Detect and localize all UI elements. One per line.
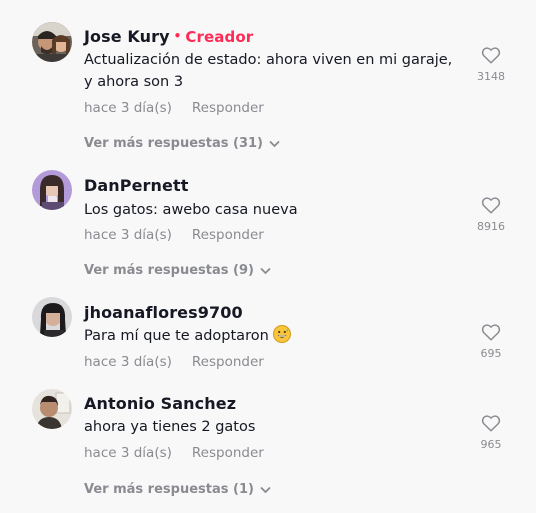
chevron-down-icon[interactable] xyxy=(260,267,271,275)
comment-text: Para mí que te adoptaron xyxy=(84,325,459,347)
avatar[interactable] xyxy=(32,170,72,210)
view-more-replies[interactable]: Ver más respuestas (1) xyxy=(84,482,271,497)
comment-time: hace 3 día(s) xyxy=(84,100,172,116)
comment-meta: hace 3 día(s) Responder xyxy=(84,445,264,461)
avatar[interactable] xyxy=(32,389,72,429)
like-button[interactable]: 3148 xyxy=(470,46,512,83)
separator-dot: • xyxy=(173,29,182,43)
comment-time: hace 3 día(s) xyxy=(84,445,172,461)
heart-outline-icon[interactable] xyxy=(481,196,501,214)
avatar[interactable] xyxy=(32,22,72,62)
like-count: 3148 xyxy=(477,70,505,83)
comment-meta: hace 3 día(s) Responder xyxy=(84,100,264,116)
heart-outline-icon[interactable] xyxy=(481,323,501,341)
comment-text: Los gatos: awebo casa nueva xyxy=(84,202,298,218)
like-count: 695 xyxy=(480,347,502,360)
comment-meta: hace 3 día(s) Responder xyxy=(84,227,264,243)
avatar[interactable] xyxy=(32,297,72,337)
reply-button[interactable]: Responder xyxy=(192,227,264,243)
view-more-label[interactable]: Ver más respuestas (1) xyxy=(84,482,254,497)
like-button[interactable]: 695 xyxy=(470,323,512,360)
comment-username[interactable]: DanPernett xyxy=(84,176,188,195)
view-more-replies[interactable]: Ver más respuestas (31) xyxy=(84,136,280,151)
chevron-down-icon[interactable] xyxy=(269,140,280,148)
comment-username[interactable]: jhoanaflores9700 xyxy=(84,303,243,322)
creator-badge: Creador xyxy=(185,28,254,46)
view-more-label[interactable]: Ver más respuestas (9) xyxy=(84,263,254,278)
comment-time: hace 3 día(s) xyxy=(84,227,172,243)
like-count: 8916 xyxy=(477,220,505,233)
view-more-label[interactable]: Ver más respuestas (31) xyxy=(84,136,263,151)
view-more-replies[interactable]: Ver más respuestas (9) xyxy=(84,263,271,278)
comment-time: hace 3 día(s) xyxy=(84,354,172,370)
like-button[interactable]: 8916 xyxy=(470,196,512,233)
like-count: 965 xyxy=(480,438,502,451)
comment-meta: hace 3 día(s) Responder xyxy=(84,354,264,370)
grinning-sweat-emoji-icon xyxy=(272,325,291,343)
chevron-down-icon[interactable] xyxy=(260,486,271,494)
comment-text: Actualización de estado: ahora viven en … xyxy=(84,52,453,90)
comment-username[interactable]: Antonio Sanchez xyxy=(84,394,236,413)
heart-outline-icon[interactable] xyxy=(481,46,501,64)
username-text[interactable]: Jose Kury xyxy=(84,27,170,46)
comment-text: ahora ya tienes 2 gatos xyxy=(84,419,256,435)
reply-button[interactable]: Responder xyxy=(192,354,264,370)
comment-text-body: Para mí que te adoptaron xyxy=(84,328,269,344)
comment-username[interactable]: Jose Kury • Creador xyxy=(84,27,253,46)
heart-outline-icon[interactable] xyxy=(481,414,501,432)
like-button[interactable]: 965 xyxy=(470,414,512,451)
reply-button[interactable]: Responder xyxy=(192,100,264,116)
reply-button[interactable]: Responder xyxy=(192,445,264,461)
